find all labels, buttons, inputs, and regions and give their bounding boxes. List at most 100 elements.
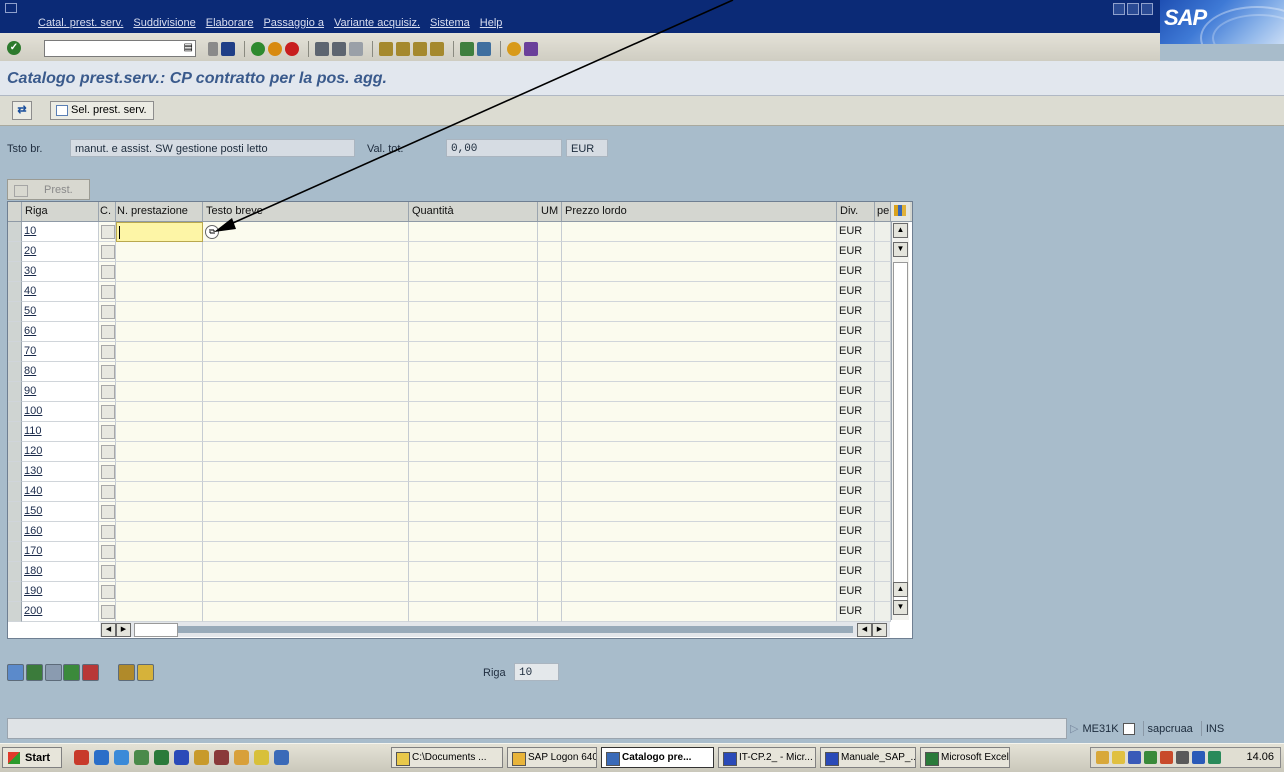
select-all-cell[interactable] bbox=[8, 202, 22, 221]
row-selector[interactable] bbox=[8, 362, 22, 382]
riga-field[interactable]: 10 bbox=[514, 663, 559, 681]
pe-field[interactable] bbox=[875, 302, 891, 322]
c-checkbox[interactable] bbox=[99, 282, 116, 302]
table-settings-icon[interactable] bbox=[891, 202, 910, 221]
quantita-field[interactable] bbox=[409, 222, 538, 242]
c-checkbox[interactable] bbox=[99, 582, 116, 602]
col-um[interactable]: UM bbox=[538, 202, 562, 221]
menu-item[interactable]: Suddivisione bbox=[133, 17, 195, 29]
n-prestazione-field[interactable] bbox=[116, 282, 203, 302]
riga-cell[interactable]: 20 bbox=[22, 242, 99, 262]
pe-field[interactable] bbox=[875, 322, 891, 342]
testo-breve-field[interactable] bbox=[203, 282, 409, 302]
riga-cell[interactable]: 170 bbox=[22, 542, 99, 562]
testo-breve-field[interactable] bbox=[203, 522, 409, 542]
quantita-field[interactable] bbox=[409, 502, 538, 522]
acrobat-icon[interactable] bbox=[74, 750, 89, 765]
c-checkbox[interactable] bbox=[99, 342, 116, 362]
um-field[interactable] bbox=[538, 342, 562, 362]
pe-field[interactable] bbox=[875, 502, 891, 522]
print-icon[interactable] bbox=[315, 42, 329, 56]
row-selector[interactable] bbox=[8, 582, 22, 602]
col-riga[interactable]: Riga bbox=[22, 202, 99, 221]
browser-icon[interactable] bbox=[114, 750, 129, 765]
n-prestazione-field[interactable] bbox=[116, 602, 203, 622]
col-pe[interactable]: pe bbox=[875, 202, 891, 221]
taskbar-task[interactable]: Microsoft Excel... bbox=[920, 747, 1010, 768]
prezzo-lordo-field[interactable] bbox=[562, 402, 837, 422]
riga-cell[interactable]: 160 bbox=[22, 522, 99, 542]
riga-cell[interactable]: 200 bbox=[22, 602, 99, 622]
prezzo-lordo-field[interactable] bbox=[562, 302, 837, 322]
col-div[interactable]: Div. bbox=[837, 202, 875, 221]
pe-field[interactable] bbox=[875, 282, 891, 302]
riga-cell[interactable]: 190 bbox=[22, 582, 99, 602]
row-selector[interactable] bbox=[8, 542, 22, 562]
row-selector[interactable] bbox=[8, 282, 22, 302]
quantita-field[interactable] bbox=[409, 402, 538, 422]
um-field[interactable] bbox=[538, 322, 562, 342]
pe-field[interactable] bbox=[875, 422, 891, 442]
um-field[interactable] bbox=[538, 382, 562, 402]
taskbar-task[interactable]: SAP Logon 640 bbox=[507, 747, 597, 768]
n-prestazione-field[interactable] bbox=[116, 302, 203, 322]
session-list-icon[interactable] bbox=[1122, 722, 1135, 735]
row-selector[interactable] bbox=[8, 342, 22, 362]
um-field[interactable] bbox=[538, 362, 562, 382]
system-menu-icon[interactable] bbox=[5, 3, 17, 13]
um-field[interactable] bbox=[538, 602, 562, 622]
testo-breve-field[interactable] bbox=[203, 342, 409, 362]
row-selector[interactable] bbox=[8, 402, 22, 422]
tray-icon-1[interactable] bbox=[1096, 751, 1109, 764]
prezzo-lordo-field[interactable] bbox=[562, 422, 837, 442]
back-icon[interactable] bbox=[251, 42, 265, 56]
c-checkbox[interactable] bbox=[99, 222, 116, 242]
command-field[interactable]: ▤ bbox=[44, 40, 196, 57]
riga-cell[interactable]: 40 bbox=[22, 282, 99, 302]
tray-icon-4[interactable] bbox=[1144, 751, 1157, 764]
network-icon[interactable] bbox=[1192, 751, 1205, 764]
pe-field[interactable] bbox=[875, 542, 891, 562]
insert-row-icon[interactable] bbox=[63, 664, 80, 681]
um-field[interactable] bbox=[538, 402, 562, 422]
c-checkbox[interactable] bbox=[99, 502, 116, 522]
col-n-prestazione[interactable]: N. prestazione bbox=[116, 202, 203, 221]
testo-breve-field[interactable] bbox=[203, 442, 409, 462]
detail-icon[interactable] bbox=[7, 664, 24, 681]
select-all-icon[interactable] bbox=[26, 664, 43, 681]
app-icon-4[interactable] bbox=[254, 750, 269, 765]
taskbar-task[interactable]: C:\Documents ... bbox=[391, 747, 503, 768]
value-help-icon[interactable]: ⧉ bbox=[205, 225, 219, 239]
app-icon-3[interactable] bbox=[234, 750, 249, 765]
quantita-field[interactable] bbox=[409, 362, 538, 382]
quantita-field[interactable] bbox=[409, 582, 538, 602]
taskbar-task[interactable]: IT-CP.2_ - Micr... bbox=[718, 747, 816, 768]
quantita-field[interactable] bbox=[409, 542, 538, 562]
checkbox-icon[interactable] bbox=[101, 585, 115, 599]
scroll-right-icon[interactable]: ▶ bbox=[116, 623, 131, 637]
prezzo-lordo-field[interactable] bbox=[562, 382, 837, 402]
prezzo-lordo-field[interactable] bbox=[562, 502, 837, 522]
scroll-left-2-icon[interactable]: ◀ bbox=[857, 623, 872, 637]
row-selector[interactable] bbox=[8, 562, 22, 582]
testo-breve-field[interactable] bbox=[203, 242, 409, 262]
next-page-icon[interactable] bbox=[413, 42, 427, 56]
taskbar-task[interactable]: Catalogo pre... bbox=[601, 747, 714, 768]
last-page-icon[interactable] bbox=[430, 42, 444, 56]
prezzo-lordo-field[interactable] bbox=[562, 522, 837, 542]
riga-cell[interactable]: 150 bbox=[22, 502, 99, 522]
row-selector[interactable] bbox=[8, 302, 22, 322]
n-prestazione-field[interactable] bbox=[116, 542, 203, 562]
n-prestazione-field[interactable] bbox=[116, 442, 203, 462]
testo-breve-field[interactable] bbox=[203, 582, 409, 602]
checkbox-icon[interactable] bbox=[101, 505, 115, 519]
testo-breve-field[interactable]: ⧉ bbox=[203, 222, 409, 242]
prezzo-lordo-field[interactable] bbox=[562, 582, 837, 602]
checkbox-icon[interactable] bbox=[101, 445, 115, 459]
cancel-icon[interactable] bbox=[285, 42, 299, 56]
pe-field[interactable] bbox=[875, 242, 891, 262]
testo-breve-field[interactable] bbox=[203, 422, 409, 442]
testo-breve-field[interactable] bbox=[203, 382, 409, 402]
enter-check-icon[interactable]: ✓ bbox=[7, 41, 21, 55]
riga-cell[interactable]: 60 bbox=[22, 322, 99, 342]
